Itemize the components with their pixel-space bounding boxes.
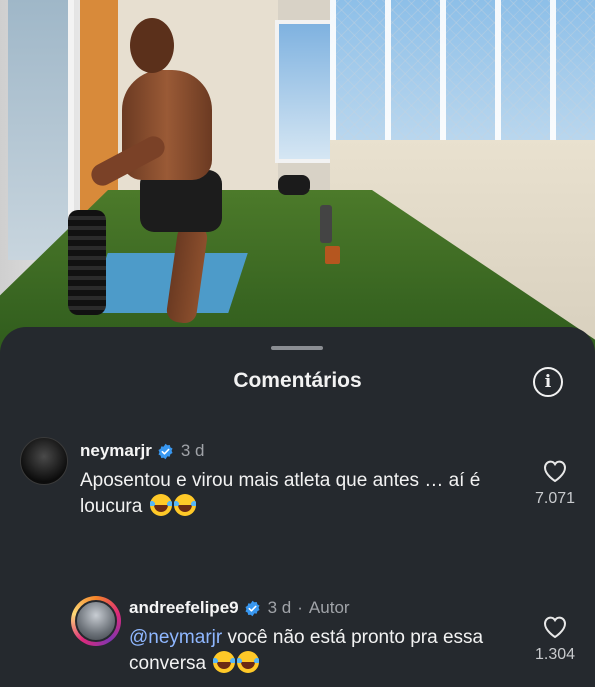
comment-text: @neymarjr você não está pronto pra essa … <box>129 625 509 677</box>
verified-badge-icon <box>244 600 261 617</box>
info-icon[interactable]: i <box>533 367 563 397</box>
post-photo <box>0 0 595 360</box>
photo-speaker <box>278 175 310 195</box>
laughing-emoji-icon <box>149 494 172 516</box>
avatar[interactable] <box>20 437 68 485</box>
sheet-drag-handle[interactable] <box>271 346 323 350</box>
sheet-title: Comentários <box>233 369 362 392</box>
like-count: 7.071 <box>534 490 576 507</box>
photo-bottle <box>320 205 332 243</box>
comment-meta: neymarjr 3 d <box>80 441 204 461</box>
comment-username[interactable]: andreefelipe9 <box>129 598 239 618</box>
heart-icon[interactable] <box>542 615 568 639</box>
comments-sheet: Comentários i neymarjr 3 d Aposentou e v… <box>0 327 595 687</box>
photo-foam-roller <box>68 210 106 315</box>
author-label: Autor <box>308 598 350 617</box>
comment-body: Aposentou e virou mais atleta que antes … <box>80 470 481 517</box>
like-control[interactable]: 7.071 <box>530 459 580 508</box>
laughing-emoji-icon <box>173 494 196 516</box>
photo-cup <box>325 246 340 264</box>
comment-time: 3 d <box>180 441 205 460</box>
mention-link[interactable]: @neymarjr <box>129 627 222 648</box>
like-count: 1.304 <box>534 646 576 663</box>
laughing-emoji-icon <box>237 651 260 673</box>
avatar[interactable] <box>71 596 121 646</box>
verified-badge-icon <box>157 443 174 460</box>
separator-dot: · <box>297 598 303 617</box>
laughing-emoji-icon <box>213 651 236 673</box>
heart-icon[interactable] <box>542 459 568 483</box>
photo-window <box>8 0 74 260</box>
comment-time: 3 d <box>267 598 292 617</box>
photo-person-head <box>130 18 174 73</box>
like-control[interactable]: 1.304 <box>530 615 580 664</box>
comment-username[interactable]: neymarjr <box>80 441 152 461</box>
comment-meta: andreefelipe9 3 d · Autor <box>129 598 350 618</box>
comment-text: Aposentou e virou mais atleta que antes … <box>80 468 510 520</box>
